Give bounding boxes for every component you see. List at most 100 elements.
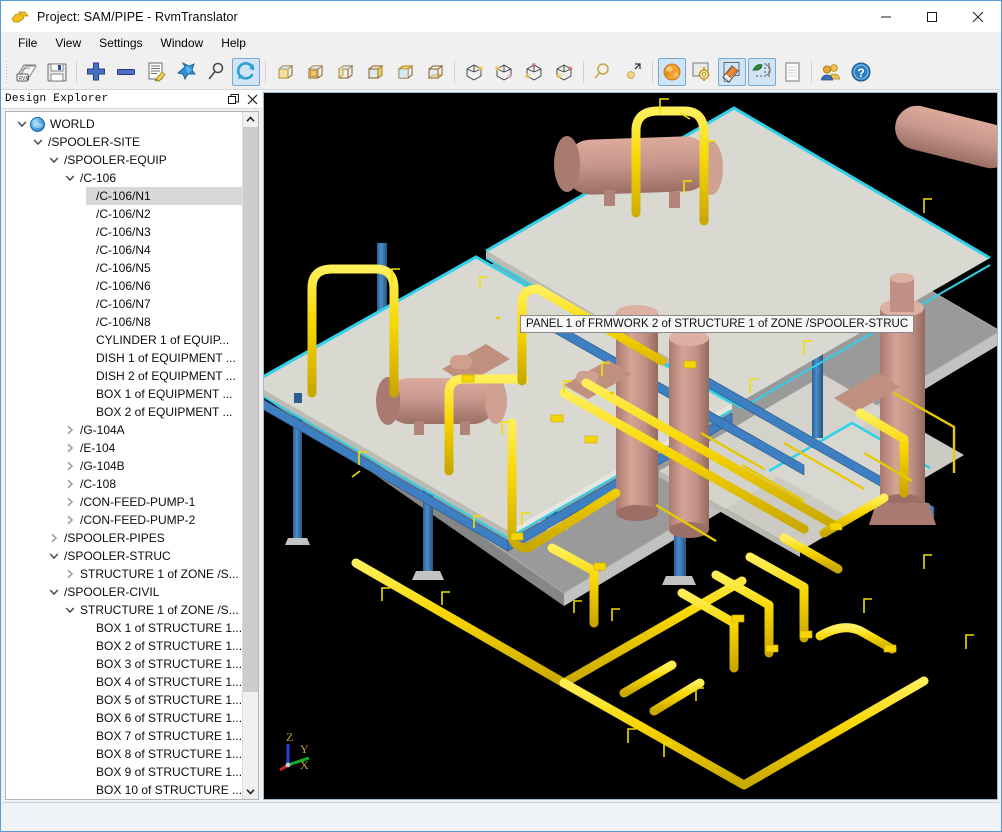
chevron-down-icon[interactable] — [46, 156, 62, 164]
tree-item[interactable]: BOX 4 of STRUCTURE 1... — [6, 673, 242, 691]
tree-item[interactable]: /C-106/N4 — [6, 241, 242, 259]
chevron-down-icon[interactable] — [243, 784, 258, 799]
menu-settings[interactable]: Settings — [90, 33, 151, 53]
view-back-button[interactable] — [301, 58, 329, 86]
tree-item[interactable]: /C-106/N5 — [6, 259, 242, 277]
shaded-mode-button[interactable] — [658, 57, 686, 86]
tree-item[interactable]: STRUCTURE 1 of ZONE /S... — [6, 601, 242, 619]
scrollbar-thumb[interactable] — [243, 127, 258, 693]
chevron-right-icon[interactable] — [46, 533, 62, 543]
report-button[interactable] — [142, 58, 170, 86]
chevron-down-icon[interactable] — [30, 138, 46, 146]
render-settings-button[interactable] — [688, 58, 716, 86]
tree-item[interactable]: BOX 3 of STRUCTURE 1... — [6, 655, 242, 673]
tree-item-label: WORLD — [50, 117, 95, 131]
chevron-right-icon[interactable] — [62, 425, 78, 435]
tree-item-label: BOX 2 of EQUIPMENT ... — [96, 405, 233, 419]
tree-item[interactable]: CYLINDER 1 of EQUIP... — [6, 331, 242, 349]
tree-item[interactable]: DISH 2 of EQUIPMENT ... — [6, 367, 242, 385]
chevron-down-icon[interactable] — [14, 120, 30, 128]
design-explorer-tree[interactable]: WORLD/SPOOLER-SITE/SPOOLER-EQUIP/C-106/C… — [6, 112, 242, 799]
view-top-button[interactable] — [391, 58, 419, 86]
view-left-button[interactable] — [331, 58, 359, 86]
tree-item[interactable]: /C-106/N8 — [6, 313, 242, 331]
tree-item[interactable]: /SPOOLER-EQUIP — [6, 151, 242, 169]
notes-button[interactable] — [778, 58, 806, 86]
tree-item[interactable]: /SPOOLER-SITE — [6, 133, 242, 151]
selection-mode-button[interactable] — [748, 57, 776, 86]
tree-item[interactable]: /CON-FEED-PUMP-2 — [6, 511, 242, 529]
close-icon[interactable] — [246, 93, 259, 106]
chevron-up-icon[interactable] — [243, 112, 258, 127]
tree-item[interactable]: BOX 6 of STRUCTURE 1... — [6, 709, 242, 727]
view-front-button[interactable] — [271, 58, 299, 86]
tree-item[interactable]: /G-104A — [6, 421, 242, 439]
chevron-down-icon[interactable] — [46, 588, 62, 596]
view-iso3-button[interactable] — [520, 58, 548, 86]
chevron-right-icon[interactable] — [62, 569, 78, 579]
clean-button[interactable] — [172, 58, 200, 86]
tree-item[interactable]: /C-106/N7 — [6, 295, 242, 313]
add-button[interactable] — [82, 58, 110, 86]
tree-item[interactable]: BOX 8 of STRUCTURE 1... — [6, 745, 242, 763]
view-iso4-button[interactable] — [550, 58, 578, 86]
chevron-right-icon[interactable] — [62, 497, 78, 507]
float-window-icon[interactable] — [227, 93, 240, 106]
menu-help[interactable]: Help — [212, 33, 255, 53]
find-button[interactable] — [202, 58, 230, 86]
open-rvm-button[interactable]: RVM — [13, 58, 41, 86]
tree-item[interactable]: /CON-FEED-PUMP-1 — [6, 493, 242, 511]
tree-item[interactable]: /G-104B — [6, 457, 242, 475]
chevron-down-icon[interactable] — [62, 174, 78, 182]
scrollbar-track[interactable] — [243, 127, 258, 784]
tree-item[interactable]: /C-106/N2 — [6, 205, 242, 223]
3d-viewport[interactable]: PANEL 1 of FRMWORK 2 of STRUCTURE 1 of Z… — [264, 93, 997, 799]
toolbar-grip[interactable] — [5, 59, 9, 84]
tree-item[interactable]: BOX 10 of STRUCTURE ... — [6, 781, 242, 799]
tree-item[interactable]: /E-104 — [6, 439, 242, 457]
tree-item[interactable]: /SPOOLER-PIPES — [6, 529, 242, 547]
tree-item[interactable]: /C-106/N3 — [6, 223, 242, 241]
tree-item[interactable]: /C-106 — [6, 169, 242, 187]
view-right-button[interactable] — [361, 58, 389, 86]
tree-item[interactable]: /C-106/N6 — [6, 277, 242, 295]
view-iso2-button[interactable] — [490, 58, 518, 86]
material-button[interactable] — [718, 57, 746, 86]
tree-scrollbar[interactable] — [242, 112, 258, 799]
menu-view[interactable]: View — [46, 33, 90, 53]
menu-window[interactable]: Window — [152, 33, 213, 53]
maximize-button[interactable] — [909, 1, 955, 32]
tree-item[interactable]: BOX 2 of STRUCTURE 1... — [6, 637, 242, 655]
tree-item[interactable]: /C-108 — [6, 475, 242, 493]
tree-item[interactable]: BOX 5 of STRUCTURE 1... — [6, 691, 242, 709]
view-bottom-button[interactable] — [421, 58, 449, 86]
tree-item[interactable]: DISH 1 of EQUIPMENT ... — [6, 349, 242, 367]
view-iso1-button[interactable] — [460, 58, 488, 86]
tree-item[interactable]: WORLD — [6, 115, 242, 133]
zoom-window-button[interactable] — [619, 58, 647, 86]
minimize-button[interactable] — [863, 1, 909, 32]
tree-item[interactable]: BOX 9 of STRUCTURE 1... — [6, 763, 242, 781]
chevron-right-icon[interactable] — [62, 461, 78, 471]
tree-item[interactable]: /SPOOLER-STRUC — [6, 547, 242, 565]
menu-file[interactable]: File — [9, 33, 46, 53]
chevron-right-icon[interactable] — [62, 443, 78, 453]
tree-item[interactable]: BOX 2 of EQUIPMENT ... — [6, 403, 242, 421]
chevron-down-icon[interactable] — [62, 606, 78, 614]
refresh-button[interactable] — [232, 57, 260, 86]
zoom-fit-button[interactable] — [589, 58, 617, 86]
tree-item[interactable]: /SPOOLER-CIVIL — [6, 583, 242, 601]
tree-item[interactable]: BOX 1 of STRUCTURE 1... — [6, 619, 242, 637]
users-button[interactable] — [817, 58, 845, 86]
save-button[interactable] — [43, 58, 71, 86]
tree-item[interactable]: BOX 7 of STRUCTURE 1... — [6, 727, 242, 745]
close-button[interactable] — [955, 1, 1001, 32]
remove-button[interactable] — [112, 58, 140, 86]
chevron-right-icon[interactable] — [62, 515, 78, 525]
help-button[interactable]: ? — [847, 58, 875, 86]
tree-item[interactable]: /C-106/N1 — [6, 187, 242, 205]
chevron-down-icon[interactable] — [46, 552, 62, 560]
chevron-right-icon[interactable] — [62, 479, 78, 489]
tree-item[interactable]: STRUCTURE 1 of ZONE /S... — [6, 565, 242, 583]
tree-item[interactable]: BOX 1 of EQUIPMENT ... — [6, 385, 242, 403]
